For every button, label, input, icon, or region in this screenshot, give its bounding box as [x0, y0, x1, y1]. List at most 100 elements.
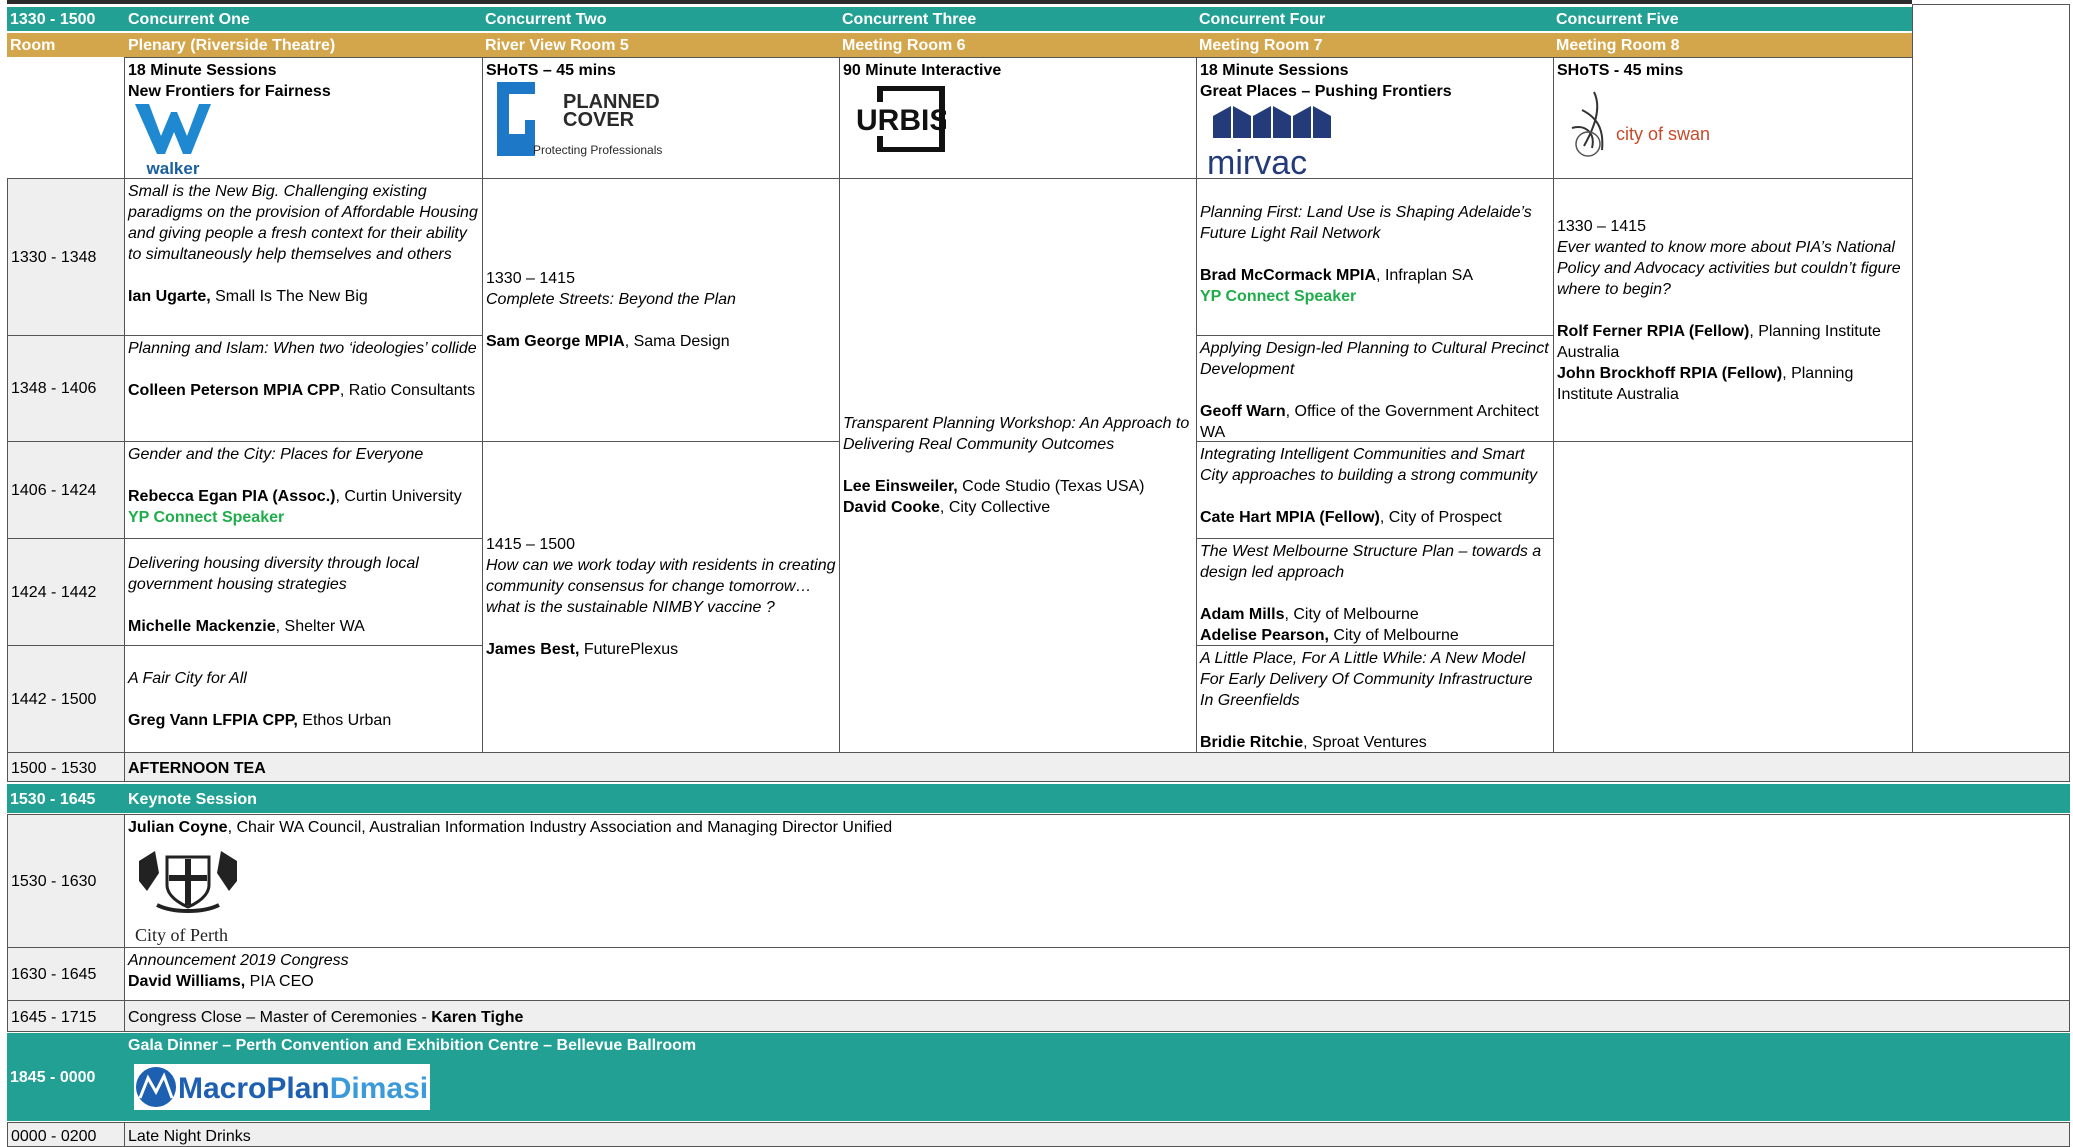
c4-session-1: Planning First: Land Use is Shaping Adel…	[1196, 178, 1554, 336]
c4-session-4-presenter-1: Adam Mills, City of Melbourne	[1200, 604, 1550, 625]
c5-speaker-1: Rolf Ferner RPIA (Fellow)	[1557, 322, 1750, 340]
announcement-presenter: David Williams, PIA CEO	[128, 971, 2066, 992]
c1-session-1: Small is the New Big. Challenging existi…	[124, 178, 483, 336]
c1-session-5-title: A Fair City for All	[128, 670, 247, 687]
time-slot-3: 1406 - 1424	[7, 441, 125, 539]
c5-presenter-2: John Brockhoff RPIA (Fellow), Planning I…	[1557, 363, 1909, 405]
c4-session-5-presenter: Bridie Ritchie, Sproat Ventures	[1200, 732, 1550, 752]
c4-session-1-speaker: Brad McCormack MPIA	[1200, 267, 1377, 284]
mirvac-logo: mirvac	[1205, 104, 1335, 178]
c1-session-3-speaker: Rebecca Egan PIA (Assoc.)	[128, 488, 336, 505]
stream-4-theme: Great Places – Pushing Frontiers	[1200, 83, 1452, 100]
c4-session-4-speaker-2: Adelise Pearson,	[1200, 627, 1329, 644]
c3-presenter-1: Lee Einsweiler, Code Studio (Texas USA)	[843, 476, 1193, 497]
header-time: 1330 - 1500	[7, 7, 125, 31]
c1-session-2-speaker: Colleen Peterson MPIA CPP	[128, 382, 340, 399]
c4-session-2-speaker: Geoff Warn	[1200, 403, 1286, 420]
keynote-talk-time: 1530 - 1630	[7, 814, 125, 948]
c4-session-3-org: , City of Prospect	[1379, 509, 1502, 526]
c5-session-1-title: Ever wanted to know more about PIA’s Nat…	[1557, 238, 1901, 298]
c3-workshop-title: Transparent Planning Workshop: An Approa…	[843, 415, 1190, 453]
c4-session-4-speaker-1: Adam Mills	[1200, 606, 1285, 623]
keynote-presenter: Julian Coyne, Chair WA Council, Australi…	[128, 817, 2066, 838]
stream-2-sponsor-cell: SHoTS – 45 mins PLANNED COVER Protecting…	[482, 57, 840, 179]
c1-session-5-speaker: Greg Vann LFPIA CPP,	[128, 712, 298, 729]
stream-1-sponsor-cell: 18 Minute Sessions New Frontiers for Fai…	[124, 57, 483, 179]
gala-title: Gala Dinner – Perth Convention and Exhib…	[128, 1037, 697, 1054]
c1-session-3-presenter: Rebecca Egan PIA (Assoc.), Curtin Univer…	[128, 486, 479, 507]
stream-5-sponsor-cell: SHoTS - 45 mins city of swan	[1553, 57, 1913, 179]
time-slot-5: 1442 - 1500	[7, 645, 125, 753]
c2-session-2-presenter: James Best, FuturePlexus	[486, 639, 836, 660]
stream-4-format: 18 Minute Sessions	[1200, 62, 1349, 79]
c2-session-2-time: 1415 – 1500	[486, 536, 575, 553]
top-rule	[7, 0, 1912, 4]
stream-3-name: Concurrent Three	[839, 7, 1196, 31]
keynote-org: , Chair WA Council, Australian Informati…	[227, 819, 893, 836]
c1-session-1-presenter: Ian Ugarte, Small Is The New Big	[128, 286, 479, 307]
planned-cover-tagline: Protecting Professionals	[533, 143, 662, 157]
c4-session-4-title: The West Melbourne Structure Plan – towa…	[1200, 543, 1542, 581]
announcement-time: 1630 - 1645	[7, 947, 125, 1001]
stream-5-room: Meeting Room 8	[1553, 33, 1912, 57]
stream-2-name: Concurrent Two	[482, 7, 839, 31]
c5-empty	[1553, 441, 1913, 753]
c3-speaker-2: David Cooke	[843, 499, 940, 516]
time-slot-2: 1348 - 1406	[7, 335, 125, 442]
c4-session-3-speaker: Cate Hart MPIA (Fellow)	[1200, 509, 1380, 526]
c2-session-1-presenter: Sam George MPIA, Sama Design	[486, 331, 836, 352]
c5-session-1: 1330 – 1415 Ever wanted to know more abo…	[1553, 178, 1913, 442]
announcement-cell: Announcement 2019 Congress David William…	[124, 947, 2070, 1001]
time-slot-1: 1330 - 1348	[7, 178, 125, 336]
c1-session-3: Gender and the City: Places for Everyone…	[124, 441, 483, 539]
c2-session-2-title: How can we work today with residents in …	[486, 557, 836, 616]
c4-session-3: Integrating Intelligent Communities and …	[1196, 441, 1554, 539]
close-cell: Congress Close – Master of Ceremonies - …	[124, 1000, 2070, 1032]
c1-session-2: Planning and Islam: When two ‘ideologies…	[124, 335, 483, 442]
c2-session-2-org: FuturePlexus	[579, 641, 679, 658]
urbis-wordmark: URBIS	[856, 104, 946, 137]
stream-3-room: Meeting Room 6	[839, 33, 1196, 57]
c4-session-5-title: A Little Place, For A Little While: A Ne…	[1200, 650, 1533, 709]
planned-cover-logo: PLANNED COVER Protecting Professionals	[497, 82, 687, 160]
c1-session-2-presenter: Colleen Peterson MPIA CPP, Ratio Consult…	[128, 380, 479, 401]
stream-1-name: Concurrent One	[125, 7, 482, 31]
stream-4-name: Concurrent Four	[1196, 7, 1553, 31]
c4-session-1-yp-badge: YP Connect Speaker	[1200, 288, 1357, 305]
c4-session-3-title: Integrating Intelligent Communities and …	[1200, 446, 1538, 484]
room-label: Room	[7, 33, 125, 57]
c2-session-1-speaker: Sam George MPIA	[486, 333, 625, 350]
stream-1-format: 18 Minute Sessions	[128, 62, 277, 79]
c2-session-1-time: 1330 – 1415	[486, 270, 575, 287]
c3-presenter-2: David Cooke, City Collective	[843, 497, 1193, 518]
c1-session-4-speaker: Michelle Mackenzie	[128, 618, 276, 635]
announcement-org: PIA CEO	[245, 973, 314, 990]
c1-session-1-speaker: Ian Ugarte,	[128, 288, 211, 305]
late-time: 0000 - 0200	[7, 1122, 125, 1147]
c4-session-2: Applying Design-led Planning to Cultural…	[1196, 335, 1554, 442]
walker-logo: walker	[133, 102, 213, 178]
c3-org-1: Code Studio (Texas USA)	[957, 478, 1145, 495]
c3-org-2: , City Collective	[939, 499, 1051, 516]
c1-session-4-presenter: Michelle Mackenzie, Shelter WA	[128, 616, 479, 637]
city-of-swan-logo: city of swan	[1564, 88, 1724, 160]
stream-1-room: Plenary (Riverside Theatre)	[125, 33, 482, 57]
c4-session-1-title: Planning First: Land Use is Shaping Adel…	[1200, 204, 1532, 242]
gala-time: 1845 - 0000	[7, 1033, 125, 1121]
city-of-perth-logo: City of Perth	[133, 847, 243, 945]
c1-session-2-org: , Ratio Consultants	[339, 382, 476, 399]
c1-session-3-title: Gender and the City: Places for Everyone	[128, 446, 424, 463]
c5-session-1-time: 1330 – 1415	[1557, 217, 1646, 235]
c1-session-4-org: , Shelter WA	[275, 618, 365, 635]
c4-session-2-presenter: Geoff Warn, Office of the Government Arc…	[1200, 401, 1550, 441]
c4-session-1-presenter: Brad McCormack MPIA, Infraplan SA	[1200, 265, 1550, 286]
stream-3-sponsor-cell: 90 Minute Interactive URBIS	[839, 57, 1197, 179]
c1-session-2-title: Planning and Islam: When two ‘ideologies…	[128, 340, 477, 357]
c4-session-1-org: , Infraplan SA	[1376, 267, 1473, 284]
c1-session-1-title: Small is the New Big. Challenging existi…	[128, 183, 478, 263]
c4-session-5-org: , Sproat Ventures	[1303, 734, 1427, 751]
afternoon-tea-label: AFTERNOON TEA	[124, 752, 2070, 782]
keynote-speaker: Julian Coyne	[128, 819, 228, 836]
c5-presenter-1: Rolf Ferner RPIA (Fellow), Planning Inst…	[1557, 321, 1909, 363]
stream-4-room: Meeting Room 7	[1196, 33, 1553, 57]
